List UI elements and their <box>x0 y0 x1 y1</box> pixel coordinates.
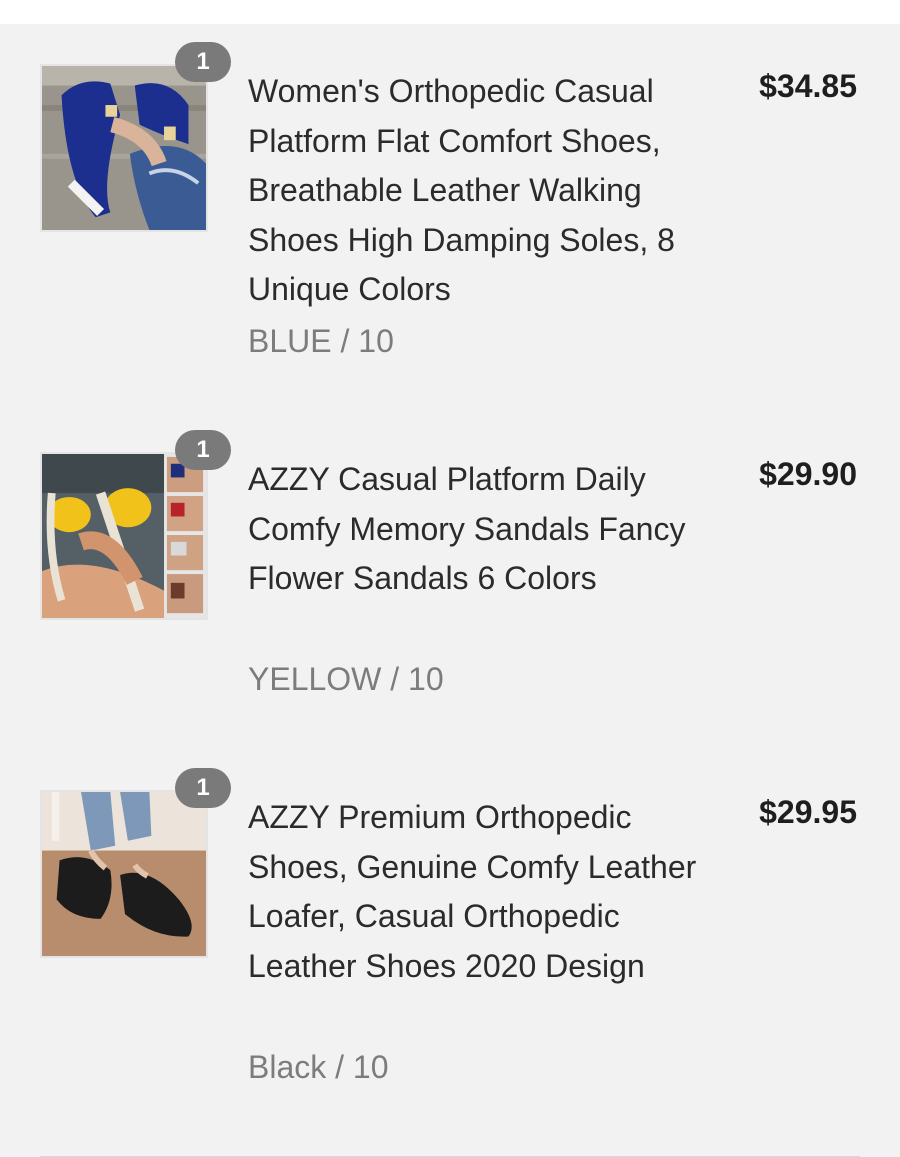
product-title[interactable]: AZZY Premium Orthopedic Shoes, Genuine C… <box>248 793 718 991</box>
black-loafer-photo <box>42 792 206 956</box>
cart-item[interactable]: 1 AZZY Casual Platform Daily Comfy Memor… <box>0 412 900 752</box>
product-price: $29.95 <box>759 794 857 830</box>
yellow-sandal-photo <box>42 454 206 618</box>
quantity-badge: 1 <box>175 768 231 808</box>
product-image-yellow-sandal[interactable] <box>40 452 208 620</box>
product-title[interactable]: AZZY Casual Platform Daily Comfy Memory … <box>248 455 718 604</box>
blue-sandal-photo <box>42 66 206 230</box>
cart-items-panel: 1 Women's Orthopedic Casual Platform Fla… <box>0 24 900 1157</box>
quantity-badge: 1 <box>175 42 231 82</box>
product-price: $29.90 <box>759 456 857 492</box>
product-title[interactable]: Women's Orthopedic Casual Platform Flat … <box>248 67 718 315</box>
quantity-badge: 1 <box>175 430 231 470</box>
product-image-black-loafer[interactable] <box>40 790 208 958</box>
product-price: $34.85 <box>759 68 857 104</box>
product-variant: BLUE / 10 <box>248 323 394 359</box>
product-image-blue-sandal[interactable] <box>40 64 208 232</box>
cart-item[interactable]: 1 Women's Orthopedic Casual Platform Fla… <box>0 24 900 404</box>
cart-item[interactable]: 1 AZZY Premium Orthopedic Shoes, Genuine… <box>0 750 900 1140</box>
product-variant: Black / 10 <box>248 1049 389 1085</box>
product-variant: YELLOW / 10 <box>248 661 444 697</box>
